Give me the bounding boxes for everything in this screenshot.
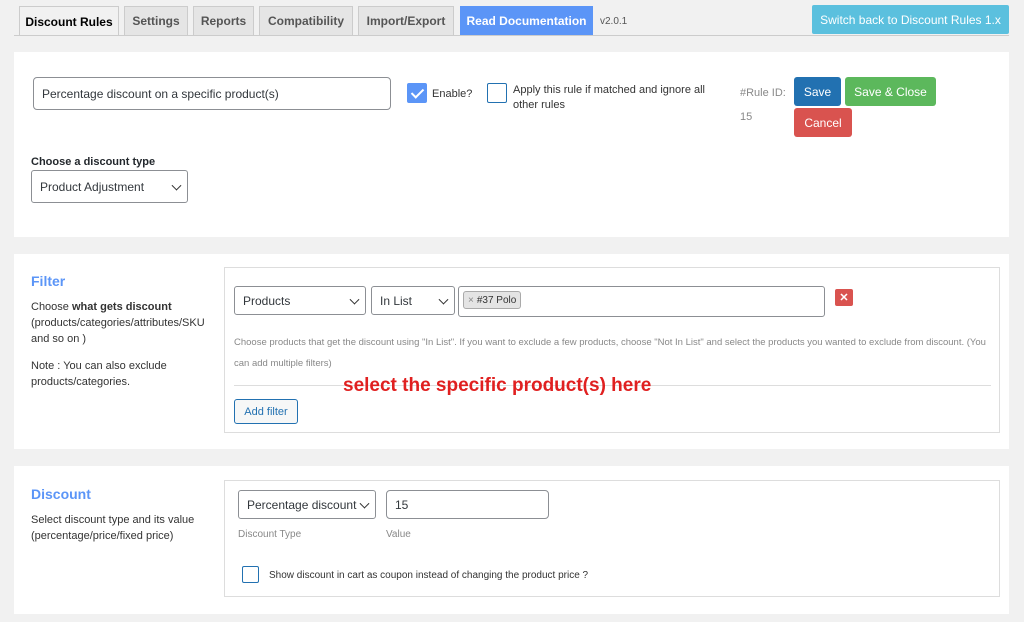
product-tag: × #37 Polo bbox=[463, 291, 522, 309]
filter-note: Note : You can also exclude products/cat… bbox=[31, 360, 167, 388]
filter-box: Products In List × #37 Polo ✕ Choose pro… bbox=[224, 267, 1000, 433]
filter-help: Choose what gets discount (products/categ… bbox=[31, 299, 216, 347]
tab-read-documentation[interactable]: Read Documentation bbox=[460, 6, 593, 35]
filter-operator-value: In List bbox=[380, 293, 413, 308]
product-multiselect[interactable]: × #37 Polo bbox=[458, 286, 825, 317]
add-filter-button[interactable]: Add filter bbox=[234, 399, 298, 424]
discount-type-caption: Discount Type bbox=[238, 529, 302, 540]
cancel-button[interactable]: Cancel bbox=[794, 108, 852, 137]
save-close-button[interactable]: Save & Close bbox=[845, 77, 936, 106]
tab-import-export[interactable]: Import/Export bbox=[358, 6, 454, 35]
enable-checkbox[interactable] bbox=[407, 83, 427, 103]
discount-box: Percentage discount 15 Discount Type Val… bbox=[224, 480, 1000, 597]
rule-id-label: #Rule ID: bbox=[740, 87, 786, 99]
save-button[interactable]: Save bbox=[794, 77, 841, 106]
discount-value-caption: Value bbox=[386, 529, 411, 540]
filter-help-rest: (products/categories/attributes/SKU and … bbox=[31, 317, 205, 345]
filter-heading: Filter bbox=[31, 273, 66, 289]
coupon-label: Show discount in cart as coupon instead … bbox=[269, 570, 589, 581]
apply-exclusive-checkbox[interactable] bbox=[487, 83, 507, 103]
switch-back-button[interactable]: Switch back to Discount Rules 1.x bbox=[812, 5, 1009, 34]
filter-panel: Filter Choose what gets discount (product… bbox=[14, 254, 1009, 449]
discount-heading: Discount bbox=[31, 486, 91, 502]
chevron-down-icon bbox=[349, 294, 360, 305]
apply-exclusive-label: Apply this rule if matched and ignore al… bbox=[513, 84, 705, 111]
filter-type-select[interactable]: Products bbox=[234, 286, 366, 315]
filter-help-prefix: Choose bbox=[31, 301, 72, 313]
product-tag-label: #37 Polo bbox=[476, 294, 517, 306]
discount-type-select[interactable]: Product Adjustment bbox=[31, 170, 188, 203]
discount-help: Select discount type and its value (perc… bbox=[31, 514, 195, 542]
filter-hint: Choose products that get the discount us… bbox=[234, 337, 986, 369]
annotation-text: select the specific product(s) here bbox=[343, 375, 652, 396]
remove-filter-icon[interactable]: ✕ bbox=[835, 289, 853, 306]
chevron-down-icon bbox=[438, 294, 449, 305]
filter-operator-select[interactable]: In List bbox=[371, 286, 455, 315]
tab-settings[interactable]: Settings bbox=[124, 6, 188, 35]
rule-id-value: 15 bbox=[740, 111, 753, 123]
enable-label: Enable? bbox=[432, 88, 473, 100]
coupon-checkbox[interactable] bbox=[242, 566, 259, 583]
discount-type-dropdown[interactable]: Percentage discount bbox=[238, 490, 376, 519]
chevron-down-icon bbox=[171, 180, 182, 191]
discount-type-label: Choose a discount type bbox=[31, 156, 156, 168]
rule-title-input[interactable]: Percentage discount on a specific produc… bbox=[33, 77, 391, 110]
filter-type-value: Products bbox=[243, 293, 291, 308]
discount-type-value: Product Adjustment bbox=[40, 179, 145, 194]
tab-divider bbox=[14, 35, 1009, 36]
discount-value-input[interactable]: 15 bbox=[386, 490, 549, 519]
tab-reports[interactable]: Reports bbox=[193, 6, 254, 35]
version-label: v2.0.1 bbox=[600, 16, 628, 27]
rule-header-panel: Percentage discount on a specific produc… bbox=[14, 52, 1009, 237]
filter-help-bold: what gets discount bbox=[71, 301, 172, 313]
tab-compatibility[interactable]: Compatibility bbox=[259, 6, 353, 35]
tag-remove-icon[interactable]: × bbox=[468, 295, 474, 306]
discount-type-dropdown-value: Percentage discount bbox=[247, 497, 357, 512]
tab-discount-rules[interactable]: Discount Rules bbox=[19, 6, 119, 36]
discount-panel: Discount Select discount type and its va… bbox=[14, 466, 1009, 614]
chevron-down-icon bbox=[359, 498, 370, 509]
